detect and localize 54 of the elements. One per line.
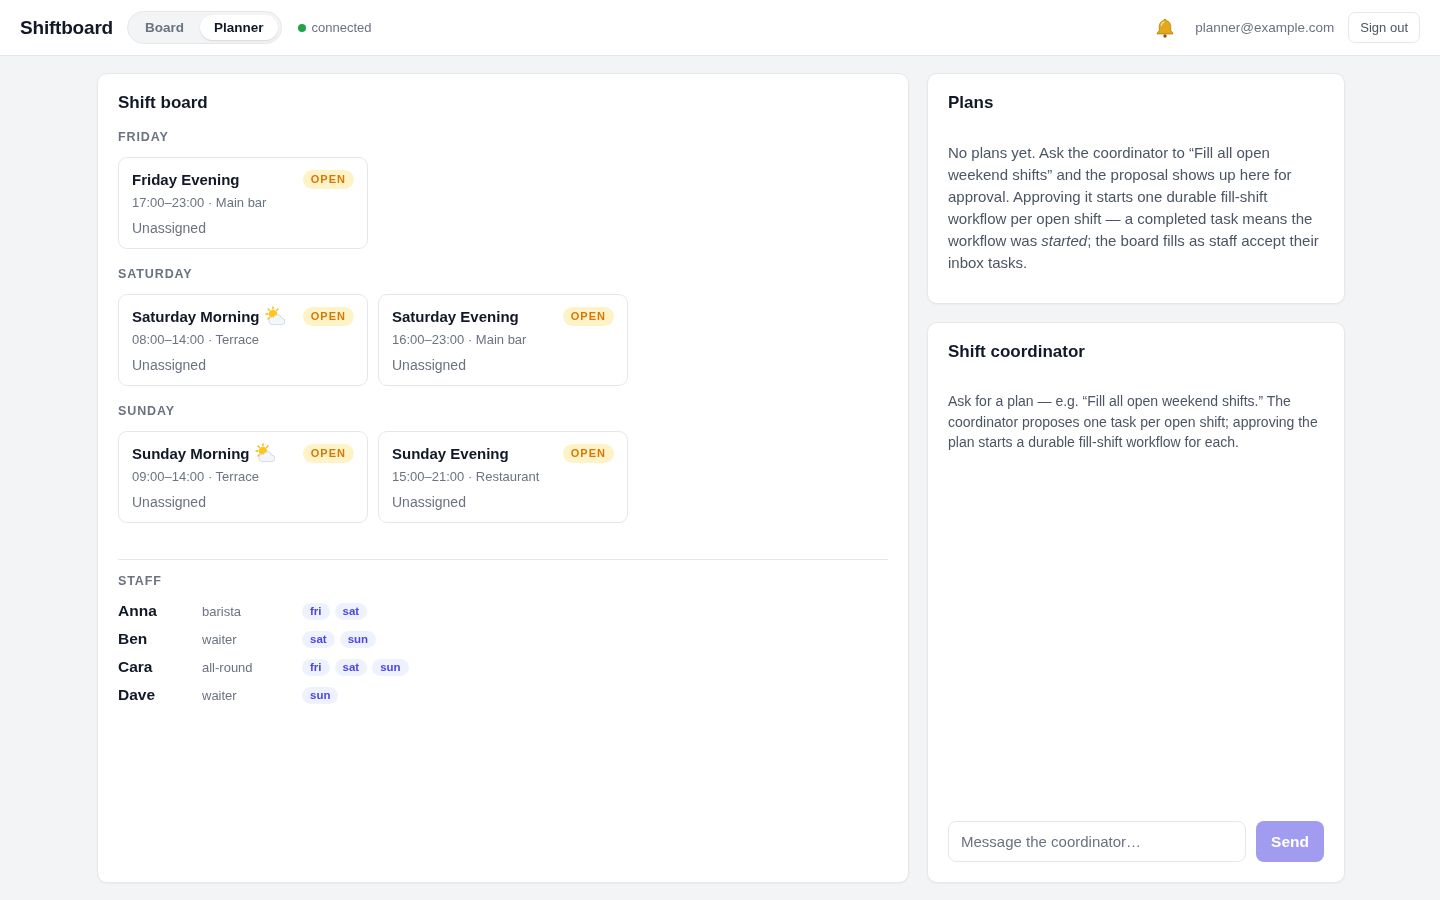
panel-title: Plans — [948, 92, 995, 114]
status-badge: OPEN — [302, 169, 354, 189]
staff-role: waiter — [202, 687, 238, 703]
day-tag: sun — [372, 658, 409, 676]
connection-status: connected — [311, 20, 372, 35]
shift-assignee: Unassigned — [392, 356, 467, 375]
status-badge: OPEN — [302, 443, 354, 463]
day-tag: sat — [302, 630, 335, 648]
day-heading: SUNDAY — [118, 403, 177, 419]
panel-title: Shift coordinator — [948, 341, 1086, 363]
day-tag: sun — [339, 630, 377, 648]
day-tag: fri — [302, 602, 330, 620]
staff-name: Dave — [118, 686, 157, 704]
staff-name: Ben — [118, 630, 149, 648]
message-input[interactable]: Message the coordinator… — [948, 821, 1247, 862]
shift-title: Sunday Evening — [392, 444, 509, 462]
shift-title: Friday Evening — [132, 170, 240, 188]
shift-time-location: 15:00–21:00 · Restaurant — [392, 468, 541, 486]
plans-description: No plans yet. Ask the coordinator to “Fill all open weekend shifts” and the proposal shows up here for approval. Approving it starts one durable fill-shift workflow per open shift — a completed task means the workflow was started; the board fills as staff accept their inbox tasks. — [948, 143, 1320, 273]
day-tag: fri — [302, 658, 330, 676]
panel-title: Shift board — [118, 92, 209, 114]
sun-cloud-icon — [264, 306, 285, 326]
staff-heading: STAFF — [118, 573, 163, 589]
shift-time-location: 09:00–14:00 · Terrace — [132, 468, 260, 486]
user-email: planner@example.com — [1195, 20, 1335, 35]
shift-title: Saturday Morning — [132, 307, 260, 325]
staff-name: Anna — [118, 602, 158, 620]
shift-time-location: 08:00–14:00 · Terrace — [132, 331, 260, 349]
day-tag: sun — [302, 686, 339, 704]
view-tab[interactable]: Planner — [200, 15, 278, 40]
shift-assignee: Unassigned — [392, 493, 467, 512]
shift-assignee: Unassigned — [132, 356, 207, 375]
shift-time-location: 17:00–23:00 · Main bar — [132, 194, 268, 212]
day-heading: SATURDAY — [118, 266, 194, 282]
sign-out-button[interactable]: Sign out — [1348, 12, 1420, 43]
shift-time-location: 16:00–23:00 · Main bar — [392, 331, 528, 349]
status-badge: OPEN — [562, 443, 614, 463]
shift-title: Sunday Morning — [132, 444, 250, 462]
view-tab[interactable]: Board — [131, 15, 198, 40]
day-heading: FRIDAY — [118, 129, 170, 145]
status-badge: OPEN — [562, 306, 614, 326]
staff-role: barista — [202, 603, 243, 619]
app-logo: Shiftboard — [20, 16, 113, 39]
staff-role: all-round — [202, 659, 254, 675]
day-tag: sat — [334, 602, 368, 620]
sun-cloud-icon — [254, 443, 275, 463]
coordinator-description: Ask for a plan — e.g. “Fill all open weekend shifts.” The coordinator proposes one task per open shift; approving the plan starts a durable fill-shift workflow for each. — [948, 392, 1319, 452]
staff-name: Cara — [118, 658, 154, 676]
shift-title: Saturday Evening — [392, 307, 519, 325]
status-badge: OPEN — [302, 306, 354, 326]
shift-assignee: Unassigned — [132, 219, 207, 238]
staff-role: waiter — [202, 631, 238, 647]
day-tag: sat — [334, 658, 368, 676]
shift-assignee: Unassigned — [132, 493, 207, 512]
